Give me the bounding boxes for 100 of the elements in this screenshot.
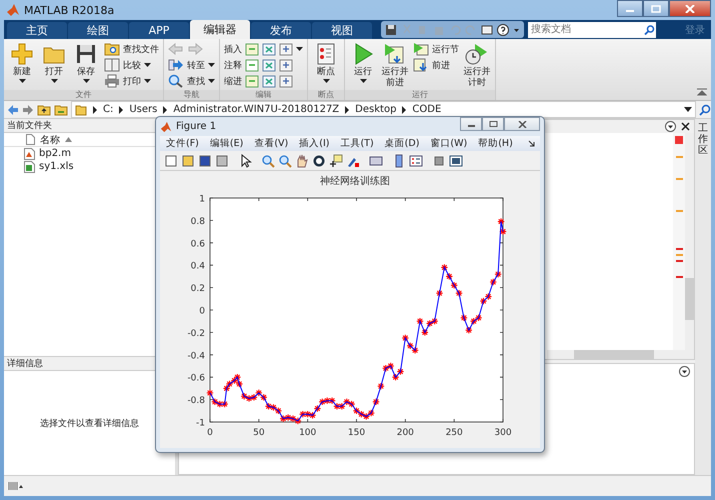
plus-icon [10, 42, 34, 66]
ribbon-button[interactable]: 前进 [413, 58, 459, 72]
caret-icon [360, 78, 366, 84]
edit-tool-icon[interactable] [262, 42, 276, 56]
caret-icon[interactable] [684, 107, 692, 112]
printer-icon [104, 74, 120, 88]
column-header[interactable]: 名称 [40, 132, 60, 146]
caret-icon [208, 62, 215, 68]
ribbon-button[interactable]: 保存 [72, 42, 100, 84]
edit-tool-icon[interactable] [245, 58, 259, 72]
edit-tool-icon[interactable] [262, 58, 276, 72]
ribbon-tab[interactable]: APP [129, 22, 189, 39]
ribbon-tab[interactable]: 主页 [7, 22, 67, 39]
x-tick-label: 100 [299, 428, 316, 438]
scrollbar[interactable] [547, 350, 694, 359]
minimize-button[interactable] [460, 117, 482, 131]
maximize-button[interactable] [482, 117, 504, 131]
ribbon-button[interactable]: 新建 [8, 42, 36, 84]
x-tick-label: 150 [348, 428, 366, 438]
caret-icon [208, 78, 215, 84]
search-icon[interactable] [642, 22, 656, 38]
ribbon-button[interactable]: 打开 [40, 42, 68, 84]
minimize-button[interactable] [617, 0, 643, 17]
path-segment[interactable]: C: [103, 104, 114, 115]
edit-tool-icon[interactable] [245, 42, 259, 56]
figure-title: Figure 1 [176, 121, 216, 132]
ribbon-tab[interactable]: 视图 [312, 22, 372, 39]
menu-item[interactable]: 工具(T) [340, 137, 374, 150]
menu-item[interactable]: 桌面(D) [384, 137, 420, 150]
ribbon-button[interactable]: 运行 [349, 42, 377, 84]
y-tick-label: 1 [199, 194, 205, 204]
maximize-button[interactable] [643, 0, 669, 17]
path-segment[interactable]: Users [129, 104, 158, 115]
path-segment[interactable]: CODE [412, 104, 442, 115]
ribbon-button[interactable]: 打印 [104, 74, 159, 88]
file-name[interactable]: bp2.m [39, 148, 71, 159]
ribbon-button[interactable]: 查找 [168, 74, 215, 88]
pan-hand-icon[interactable] [295, 154, 309, 168]
ribbon-button[interactable]: 比较 [104, 58, 159, 72]
ribbon-tab[interactable]: 发布 [251, 22, 311, 39]
spreadsheet-file-icon [24, 160, 35, 172]
status-bar-grip-icon[interactable] [8, 480, 24, 492]
ribbon-button[interactable]: 查找文件 [104, 42, 159, 56]
workspace-tab[interactable]: 工作区 [695, 119, 711, 475]
y-tick-label: -0.2 [187, 328, 205, 339]
chart-title: 神经网络训练图 [319, 174, 390, 188]
legend-icon[interactable] [409, 154, 423, 168]
search-icon[interactable] [699, 104, 711, 116]
file-name[interactable]: sy1.xls [39, 161, 74, 172]
up-folder-icon[interactable] [37, 104, 51, 116]
panel-menu-icon[interactable] [665, 121, 676, 132]
menu-item[interactable]: 查看(V) [254, 137, 288, 150]
sort-arrow-icon [65, 137, 72, 142]
close-icon [685, 4, 695, 12]
zoom-out-icon[interactable] [278, 154, 292, 168]
floppy-icon [74, 42, 98, 66]
path-field[interactable]: C: Users Administrator.WIN7U-20180127Z Desktop CODE [71, 101, 696, 118]
caret-icon[interactable] [296, 46, 303, 52]
ribbon-button[interactable]: 断点 [312, 42, 340, 84]
ribbon-button[interactable]: 运行节 [413, 42, 459, 56]
edit-tool-icon[interactable] [279, 58, 293, 72]
menu-item[interactable]: 窗口(W) [430, 137, 468, 150]
ribbon-button[interactable]: 转至 [168, 58, 215, 72]
ribbon-label: 缩进 [224, 76, 242, 88]
edit-tool-icon[interactable] [262, 74, 276, 88]
menu-item[interactable]: 帮助(H) [478, 137, 513, 150]
search-field[interactable]: 搜索文档 [528, 22, 642, 38]
path-segment[interactable]: Desktop [355, 104, 396, 115]
panel-menu-icon[interactable] [679, 366, 690, 377]
data-cursor-icon[interactable] [329, 154, 343, 168]
close-button[interactable] [504, 117, 540, 131]
dock-arrow-icon[interactable] [528, 140, 536, 148]
ribbon-tab[interactable]: 绘图 [68, 22, 128, 39]
edit-tool-icon[interactable] [279, 42, 293, 56]
menu-item[interactable]: 文件(F) [166, 137, 199, 150]
ribbon-button[interactable]: 运行并计时 [463, 42, 491, 89]
edit-tool-icon[interactable] [245, 74, 259, 88]
y-tick-label: 0.2 [190, 284, 205, 294]
browse-folder-icon[interactable] [54, 104, 68, 116]
menu-item[interactable]: 插入(I) [299, 137, 330, 150]
ribbon-tab[interactable]: 编辑器 [190, 20, 250, 39]
caret-icon [50, 78, 58, 84]
help-icon[interactable] [497, 24, 509, 36]
forward-arrow-icon[interactable] [22, 104, 34, 116]
y-tick-label: -0.8 [187, 396, 205, 406]
collapse-ribbon-icon[interactable] [697, 88, 707, 96]
caret-icon [144, 62, 151, 68]
close-button[interactable] [669, 0, 711, 17]
edit-tool-icon[interactable] [279, 74, 293, 88]
path-segment[interactable]: Administrator.WIN7U-20180127Z [173, 104, 340, 115]
back-arrow-icon[interactable] [7, 104, 19, 116]
menu-item[interactable]: 编辑(E) [210, 137, 244, 150]
ribbon-label: 插入 [224, 44, 242, 56]
close-icon[interactable] [681, 122, 690, 131]
ribbon-button[interactable]: 运行并前进 [381, 42, 409, 89]
zoom-in-icon[interactable] [261, 154, 275, 168]
caret-icon [322, 78, 330, 84]
ribbon-label: 注释 [224, 60, 242, 72]
ribbon-group-label: 运行 [345, 90, 495, 100]
folder-icon [75, 104, 87, 116]
